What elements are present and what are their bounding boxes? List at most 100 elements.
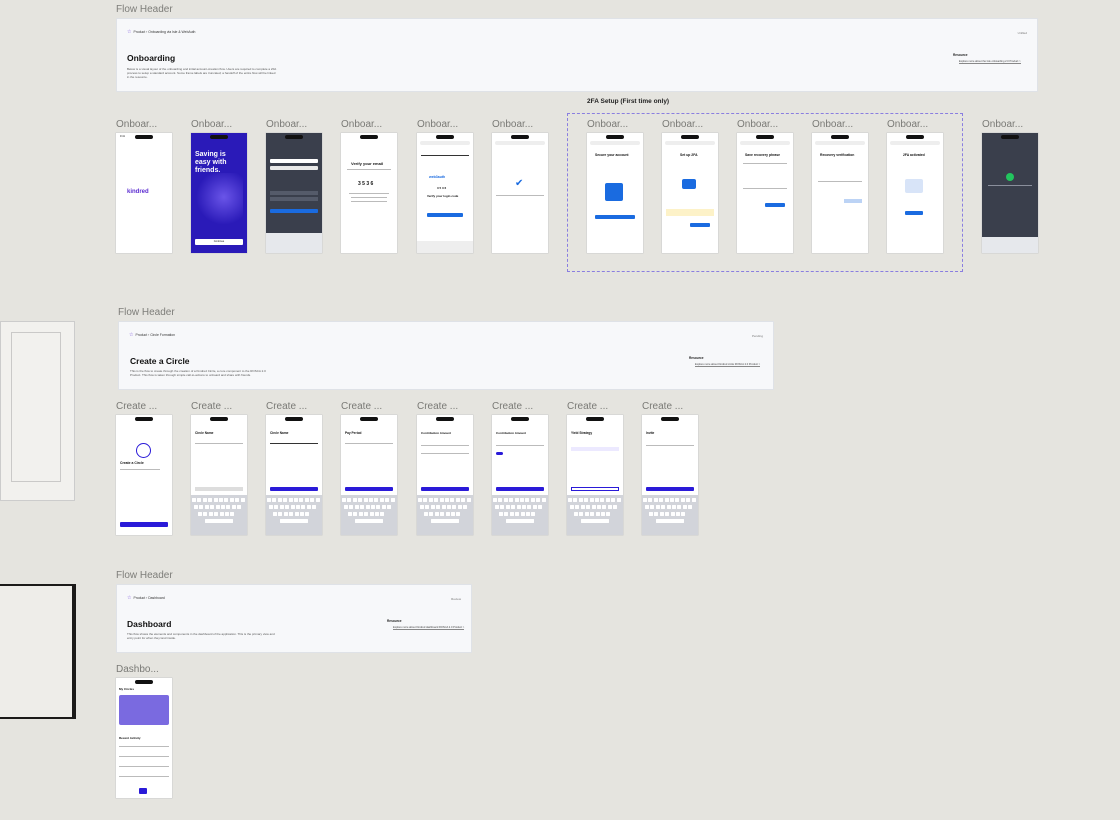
keyboard-key[interactable] [225, 512, 229, 516]
keyboard-key[interactable] [360, 505, 365, 509]
breadcrumb[interactable]: ☆ Product › Circle Formation [129, 332, 175, 338]
keyboard-key[interactable] [354, 505, 359, 509]
keyboard-key[interactable] [429, 512, 434, 516]
keyboard-key[interactable] [461, 498, 466, 502]
keyboard-key[interactable] [289, 512, 294, 516]
keyboard-key[interactable] [274, 505, 279, 509]
circle-card[interactable] [119, 695, 169, 725]
flow-header-card-onboarding[interactable]: ☆ Product › Onboarding via Isle & WebAuth… [116, 18, 1038, 92]
keyboard-key[interactable] [420, 505, 424, 509]
keyboard-key[interactable] [431, 519, 459, 523]
keyboard-key[interactable] [304, 498, 309, 502]
keyboard-key[interactable] [424, 512, 428, 516]
keyboard-key[interactable] [568, 498, 572, 502]
keyboard-key[interactable] [385, 498, 390, 502]
keyboard-key[interactable] [600, 498, 605, 502]
keyboard-key[interactable] [215, 505, 220, 509]
keyboard-key[interactable] [363, 498, 368, 502]
keyboard-key[interactable] [199, 505, 204, 509]
keyboard-key[interactable] [418, 498, 422, 502]
screen-pay-period[interactable]: Pay Period [341, 415, 397, 535]
keyboard-key[interactable] [456, 512, 461, 516]
keyboard-key[interactable] [434, 498, 439, 502]
keyboard-key[interactable] [520, 498, 524, 502]
keyboard-key[interactable] [589, 498, 594, 502]
keyboard[interactable] [417, 495, 473, 535]
keyboard-key[interactable] [445, 512, 450, 516]
keyboard-key[interactable] [573, 498, 578, 502]
screen-secure-account[interactable]: Secure your account [587, 133, 643, 253]
keyboard-key[interactable] [536, 498, 541, 502]
keyboard-key[interactable] [611, 498, 616, 502]
keyboard-key[interactable] [597, 505, 601, 509]
keyboard-key[interactable] [457, 505, 462, 509]
keyboard-key[interactable] [423, 498, 428, 502]
keyboard-key[interactable] [584, 512, 589, 516]
keyboard-key[interactable] [379, 498, 384, 502]
keyboard-key[interactable] [532, 505, 537, 509]
keyboard-key[interactable] [682, 505, 687, 509]
keyboard-key[interactable] [365, 505, 370, 509]
keyboard-key[interactable] [525, 498, 530, 502]
keyboard-key[interactable] [280, 519, 308, 523]
screen-success[interactable] [982, 133, 1038, 253]
keyboard[interactable] [642, 495, 698, 535]
keyboard-key[interactable] [680, 498, 685, 502]
keyboard-key[interactable] [428, 498, 433, 502]
keyboard-key[interactable] [493, 498, 497, 502]
keyboard-key[interactable] [369, 498, 373, 502]
keyboard-key[interactable] [425, 505, 430, 509]
keyboard-key[interactable] [659, 498, 664, 502]
keyboard-key[interactable] [288, 498, 293, 502]
keyboard-key[interactable] [214, 512, 219, 516]
keyboard-key[interactable] [514, 498, 519, 502]
keyboard-key[interactable] [290, 505, 295, 509]
keyboard-key[interactable] [192, 498, 196, 502]
flow-header-card-circle[interactable]: ☆ Product › Circle Formation Pending Crea… [118, 321, 774, 390]
resource-link[interactable]: Explore more about Kindred circle ROSCA … [695, 363, 761, 367]
continue-button[interactable]: Continue [195, 239, 243, 245]
keyboard-key[interactable] [581, 519, 609, 523]
keyboard-key[interactable] [371, 505, 375, 509]
keyboard-key[interactable] [656, 519, 684, 523]
keyboard-key[interactable] [665, 512, 670, 516]
keyboard-key[interactable] [451, 512, 455, 516]
keyboard-key[interactable] [590, 512, 595, 516]
screen-contribution-amount-2[interactable]: Contribution Amount [492, 415, 548, 535]
keyboard-key[interactable] [375, 512, 379, 516]
keyboard-key[interactable] [495, 505, 499, 509]
keyboard-key[interactable] [664, 498, 669, 502]
keyboard-key[interactable] [202, 498, 207, 502]
keyboard-key[interactable] [279, 505, 284, 509]
keyboard-key[interactable] [269, 505, 273, 509]
screen-circle-name-filled[interactable]: Circle Name [266, 415, 322, 535]
keyboard-key[interactable] [584, 498, 589, 502]
keyboard-key[interactable] [447, 505, 451, 509]
keyboard-key[interactable] [294, 512, 299, 516]
keyboard-key[interactable] [296, 505, 300, 509]
keyboard-key[interactable] [595, 512, 600, 516]
screen-confirmed[interactable]: ✔ [492, 133, 548, 253]
keyboard-key[interactable] [231, 505, 236, 509]
keyboard-key[interactable] [441, 505, 446, 509]
keyboard-key[interactable] [509, 498, 514, 502]
keyboard-key[interactable] [505, 505, 510, 509]
keyboard-key[interactable] [655, 505, 660, 509]
keyboard-key[interactable] [219, 512, 224, 516]
keyboard-key[interactable] [347, 498, 352, 502]
keyboard-key[interactable] [677, 505, 682, 509]
keyboard-key[interactable] [310, 498, 315, 502]
keyboard-key[interactable] [208, 498, 213, 502]
keyboard-key[interactable] [301, 505, 306, 509]
screen-recovery-phrase[interactable]: Save recovery phrase [737, 133, 793, 253]
keyboard-key[interactable] [586, 505, 591, 509]
keyboard-key[interactable] [374, 498, 379, 502]
keyboard-key[interactable] [224, 498, 229, 502]
keyboard-key[interactable] [504, 512, 509, 516]
keyboard-key[interactable] [305, 512, 310, 516]
keyboard-key[interactable] [613, 505, 618, 509]
breadcrumb[interactable]: ☆ Product › Dashboard [127, 595, 165, 601]
keyboard-key[interactable] [349, 505, 354, 509]
keyboard-key[interactable] [605, 498, 610, 502]
keyboard-key[interactable] [312, 505, 317, 509]
